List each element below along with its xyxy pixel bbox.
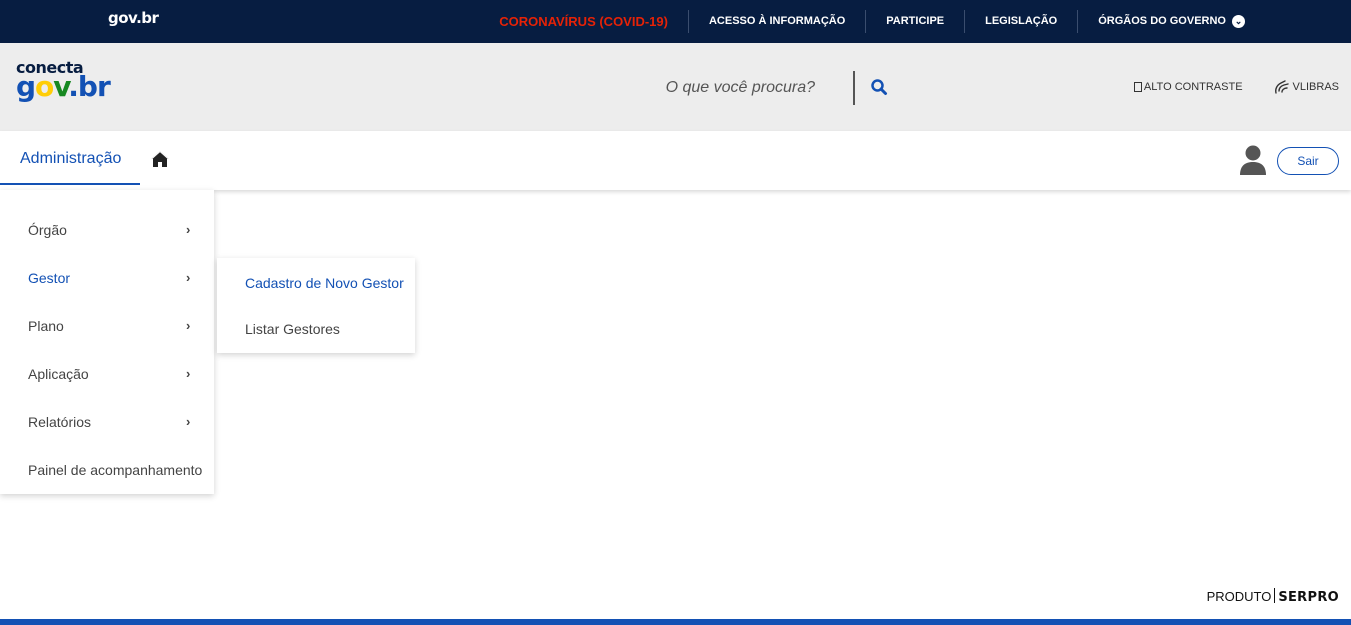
menu-item-relatorios[interactable]: Relatórios ›: [0, 398, 214, 446]
brand-govbr: gov.br: [16, 70, 111, 103]
govbar-links: CORONAVÍRUS (COVID-19) ACESSO À INFORMAÇ…: [479, 0, 1245, 43]
submenu-cadastro-gestor[interactable]: Cadastro de Novo Gestor: [217, 260, 415, 306]
produto-label: PRODUTO: [1206, 589, 1272, 604]
libras-hand-icon: [1274, 80, 1289, 94]
vlibras-button[interactable]: VLIBRAS: [1273, 79, 1339, 95]
menu-item-label: Relatórios: [28, 414, 92, 430]
divider: [1274, 588, 1276, 603]
home-icon[interactable]: [150, 150, 170, 168]
menu-item-orgao[interactable]: Órgão ›: [0, 206, 214, 254]
menu-item-painel[interactable]: Painel de acompanhamento: [0, 446, 214, 494]
gov-top-bar: gov.br CORONAVÍRUS (COVID-19) ACESSO À I…: [0, 0, 1351, 43]
chevron-right-icon: ›: [186, 414, 191, 429]
chevron-right-icon: ›: [186, 222, 191, 237]
menu-item-label: Aplicação: [28, 366, 89, 382]
produto-serpro: PRODUTO SERPRO: [1207, 588, 1339, 605]
menu-item-gestor[interactable]: Gestor ›: [0, 254, 214, 302]
search-icon: [871, 78, 887, 95]
brand-letter-v: v: [53, 70, 69, 103]
submenu-listar-gestores[interactable]: Listar Gestores: [217, 306, 415, 352]
alto-contraste-button[interactable]: ALTO CONTRASTE: [1133, 81, 1243, 93]
govbr-top-logo[interactable]: gov.br: [108, 9, 159, 27]
vlibras-label: VLIBRAS: [1292, 81, 1339, 93]
brand-letter-g: g: [16, 70, 36, 103]
logout-button[interactable]: Sair: [1277, 147, 1339, 175]
chevron-right-icon: ›: [186, 366, 191, 381]
footer-bar: [0, 619, 1351, 625]
conecta-govbr-logo[interactable]: conecta gov.br: [16, 60, 111, 103]
menu-item-label: Órgão: [28, 222, 67, 238]
search-input[interactable]: [620, 71, 855, 105]
chevron-down-icon: ⌄: [1232, 14, 1245, 28]
orgaos-governo-link[interactable]: ÓRGÃOS DO GOVERNO ⌄: [1078, 10, 1245, 33]
tab-administracao[interactable]: Administração: [0, 131, 140, 185]
acesso-informacao-link[interactable]: ACESSO À INFORMAÇÃO: [689, 10, 867, 33]
brand-dot: .: [68, 70, 79, 103]
covid-link[interactable]: CORONAVÍRUS (COVID-19): [479, 10, 689, 33]
admin-dropdown-menu: Órgão › Gestor › Plano › Aplicação › Relatór…: [0, 190, 214, 494]
chevron-right-icon: ›: [186, 270, 191, 285]
accessibility-tools: ALTO CONTRASTE VLIBRAS: [1133, 79, 1339, 95]
alto-contraste-label: ALTO CONTRASTE: [1143, 81, 1243, 93]
menu-item-aplicacao[interactable]: Aplicação ›: [0, 350, 214, 398]
participe-link[interactable]: PARTICIPE: [866, 10, 966, 33]
search-button[interactable]: [864, 73, 894, 103]
menu-item-label: Painel de acompanhamento: [28, 462, 203, 478]
site-header: conecta gov.br ALTO CONTRASTE VLIBRAS: [0, 43, 1351, 131]
brand-letter-o: o: [35, 70, 54, 103]
brand-br: br: [77, 70, 111, 103]
orgaos-governo-label: ÓRGÃOS DO GOVERNO: [1098, 15, 1226, 27]
legislacao-link[interactable]: LEGISLAÇÃO: [965, 10, 1079, 33]
menu-item-label: Gestor: [28, 270, 71, 286]
chevron-right-icon: ›: [186, 318, 191, 333]
menu-item-label: Plano: [28, 318, 64, 334]
gestor-submenu: Cadastro de Novo Gestor Listar Gestores: [217, 258, 415, 353]
user-avatar-icon[interactable]: [1237, 144, 1269, 176]
serpro-logo: SERPRO: [1278, 590, 1339, 605]
contrast-icon: [1133, 82, 1142, 92]
main-nav: Administração Sair: [0, 131, 1351, 190]
menu-item-plano[interactable]: Plano ›: [0, 302, 214, 350]
